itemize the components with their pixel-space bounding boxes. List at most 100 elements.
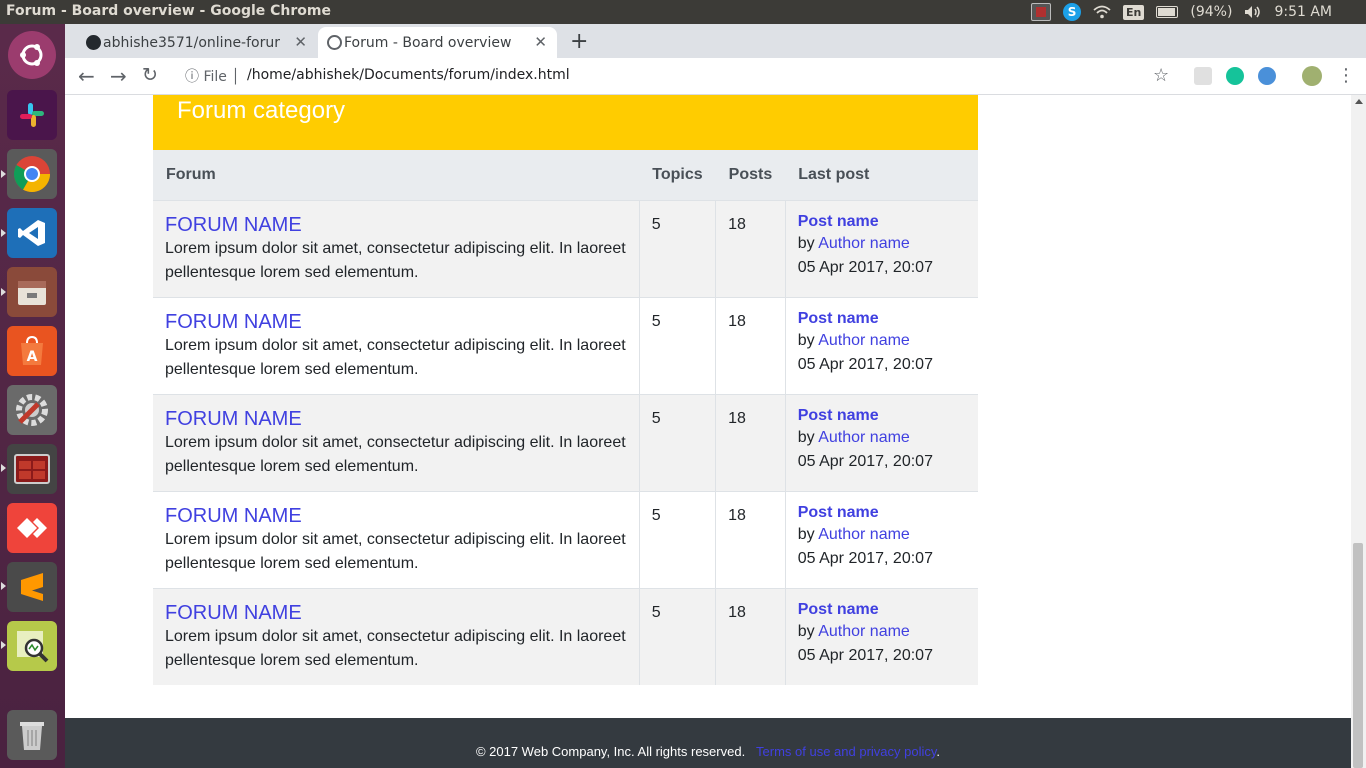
tab-forum[interactable]: Forum - Board overview ✕ xyxy=(318,27,557,58)
site-info-button[interactable]: ⓘ File │ xyxy=(185,66,240,86)
last-post-cell: Post name by Author name 05 Apr 2017, 20:0… xyxy=(784,490,978,588)
topics-count: 5 xyxy=(638,490,716,588)
author-name-link[interactable]: Author name xyxy=(818,429,910,446)
scroll-up-arrow[interactable] xyxy=(1355,99,1363,104)
back-icon[interactable]: ← xyxy=(78,64,95,88)
keyboard-layout-indicator[interactable]: En xyxy=(1123,0,1145,24)
topics-count: 5 xyxy=(638,587,716,685)
column-header-last-post: Last post xyxy=(785,150,978,200)
last-post-cell: Post name by Author name 05 Apr 2017, 20:0… xyxy=(784,587,978,685)
forum-cell: FORUM NAME Lorem ipsum dolor sit amet, co… xyxy=(153,393,640,491)
forum-description: Lorem ipsum dolor sit amet, consectetur … xyxy=(165,530,626,572)
copyright-text: © 2017 Web Company, Inc. All rights rese… xyxy=(475,744,746,759)
post-name-link[interactable]: Post name xyxy=(798,212,966,232)
forum-name-link[interactable]: FORUM NAME xyxy=(165,504,627,528)
extension-icon[interactable] xyxy=(1258,67,1276,85)
chrome-menu-icon[interactable]: ⋮ xyxy=(1337,65,1355,86)
forum-description: Lorem ipsum dolor sit amet, consectetur … xyxy=(165,627,626,669)
browser-tab-strip: abhishe3571/online-forur ✕ Forum - Board… xyxy=(65,24,1366,58)
close-tab-icon[interactable]: ✕ xyxy=(294,33,307,51)
grammarly-icon[interactable] xyxy=(1226,67,1244,85)
post-date: 05 Apr 2017, 20:07 xyxy=(797,549,933,567)
tab-label: Forum - Board overview xyxy=(344,34,512,51)
posts-count: 18 xyxy=(715,199,786,297)
by-label: by xyxy=(797,525,815,543)
web-page: Forum category Forum Topics Posts Last p… xyxy=(65,95,1351,768)
forum-name-link[interactable]: FORUM NAME xyxy=(165,213,627,237)
author-name-link[interactable]: Author name xyxy=(818,332,910,349)
software-center-icon[interactable]: A xyxy=(7,326,57,376)
anydesk-icon[interactable] xyxy=(7,503,57,553)
skype-icon[interactable]: S xyxy=(1063,0,1082,24)
forum-cell: FORUM NAME Lorem ipsum dolor sit amet, co… xyxy=(153,199,640,297)
tab-label: abhishe3571/online-forur xyxy=(103,34,280,51)
svg-text:A: A xyxy=(27,349,38,365)
files-icon[interactable] xyxy=(7,267,57,317)
ubuntu-dash-icon[interactable] xyxy=(8,31,56,79)
battery-icon[interactable] xyxy=(1156,0,1179,24)
bookmark-star-icon[interactable]: ☆ xyxy=(1153,65,1169,86)
reload-icon[interactable]: ↻ xyxy=(142,64,158,86)
scrollbar-thumb[interactable] xyxy=(1353,543,1363,768)
post-name-link[interactable]: Post name xyxy=(798,406,966,426)
close-tab-icon[interactable]: ✕ xyxy=(534,33,547,51)
forum-name-link[interactable]: FORUM NAME xyxy=(165,601,627,625)
running-indicator xyxy=(1,464,6,472)
post-name-link[interactable]: Post name xyxy=(798,309,966,329)
post-date: 05 Apr 2017, 20:07 xyxy=(797,646,933,664)
author-name-link[interactable]: Author name xyxy=(818,526,910,543)
post-date: 05 Apr 2017, 20:07 xyxy=(797,258,933,276)
posts-count: 18 xyxy=(715,587,786,685)
running-indicator xyxy=(1,229,6,237)
clock[interactable]: 9:51 AM xyxy=(1274,0,1332,24)
topics-count: 5 xyxy=(638,199,716,297)
post-name-link[interactable]: Post name xyxy=(798,503,966,523)
extension-icon[interactable] xyxy=(1194,67,1212,85)
table-row: FORUM NAME Lorem ipsum dolor sit amet, co… xyxy=(153,587,978,685)
post-date: 05 Apr 2017, 20:07 xyxy=(797,452,933,470)
wifi-icon[interactable] xyxy=(1093,0,1111,24)
posts-count: 18 xyxy=(715,393,786,491)
table-row: FORUM NAME Lorem ipsum dolor sit amet, co… xyxy=(153,199,978,297)
author-name-link[interactable]: Author name xyxy=(818,623,910,640)
chrome-icon[interactable] xyxy=(7,149,57,199)
last-post-cell: Post name by Author name 05 Apr 2017, 20:0… xyxy=(784,296,978,394)
last-post-cell: Post name by Author name 05 Apr 2017, 20:0… xyxy=(784,199,978,297)
terminal-icon[interactable] xyxy=(7,444,57,494)
topics-count: 5 xyxy=(638,296,716,394)
tab-github[interactable]: abhishe3571/online-forur ✕ xyxy=(77,27,317,58)
forum-description: Lorem ipsum dolor sit amet, consectetur … xyxy=(165,336,626,378)
column-header-topics: Topics xyxy=(639,150,716,200)
category-header: Forum category xyxy=(153,95,978,150)
vscode-icon[interactable] xyxy=(7,208,57,258)
sublime-text-icon[interactable] xyxy=(7,562,57,612)
post-date: 05 Apr 2017, 20:07 xyxy=(797,355,933,373)
slack-icon[interactable] xyxy=(7,90,57,140)
footer-period: . xyxy=(936,744,941,759)
post-name-link[interactable]: Post name xyxy=(798,600,966,620)
table-row: FORUM NAME Lorem ipsum dolor sit amet, co… xyxy=(153,296,978,394)
forum-name-link[interactable]: FORUM NAME xyxy=(165,407,627,431)
volume-icon[interactable] xyxy=(1244,0,1262,24)
system-monitor-icon[interactable] xyxy=(7,621,57,671)
forum-description: Lorem ipsum dolor sit amet, consectetur … xyxy=(165,433,626,475)
forum-cell: FORUM NAME Lorem ipsum dolor sit amet, co… xyxy=(153,296,640,394)
terms-link[interactable]: Terms of use and privacy policy xyxy=(756,744,936,759)
posts-count: 18 xyxy=(715,490,786,588)
address-bar[interactable]: /home/abhishek/Documents/forum/index.htm… xyxy=(247,67,570,83)
forum-name-link[interactable]: FORUM NAME xyxy=(165,310,627,334)
by-label: by xyxy=(797,234,815,252)
page-scrollbar[interactable] xyxy=(1351,95,1366,768)
forward-icon[interactable]: → xyxy=(110,64,127,88)
author-name-link[interactable]: Author name xyxy=(818,235,910,252)
topics-count: 5 xyxy=(638,393,716,491)
profile-avatar[interactable] xyxy=(1302,66,1322,86)
table-row: FORUM NAME Lorem ipsum dolor sit amet, co… xyxy=(153,393,978,491)
trash-icon[interactable] xyxy=(7,710,57,760)
running-indicator xyxy=(1,288,6,296)
url-scheme-label: File xyxy=(203,69,227,85)
new-tab-button[interactable]: + xyxy=(570,29,588,54)
system-settings-icon[interactable] xyxy=(7,385,57,435)
window-title: Forum - Board overview - Google Chrome xyxy=(6,3,331,19)
screen-record-icon[interactable] xyxy=(1031,0,1052,24)
